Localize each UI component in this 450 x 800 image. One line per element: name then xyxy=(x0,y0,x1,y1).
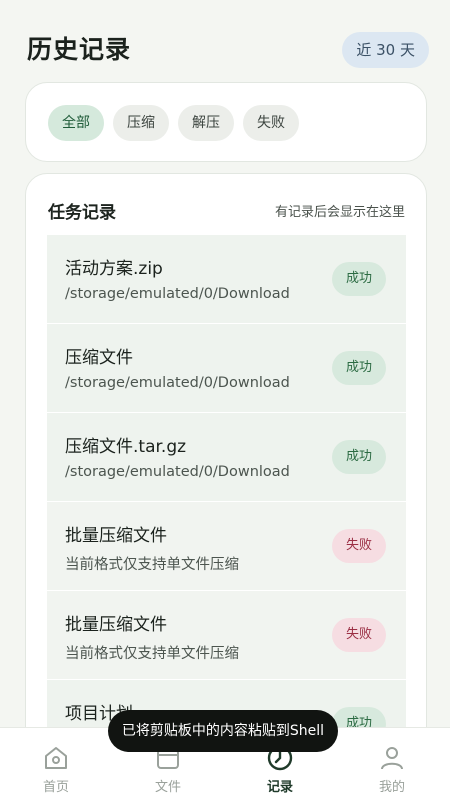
task-row[interactable]: 批量压缩文件 当前格式仅支持单文件压缩 失败 xyxy=(47,502,406,590)
status-badge: 失败 xyxy=(332,529,386,563)
task-row[interactable]: 批量压缩文件 当前格式仅支持单文件压缩 失败 xyxy=(47,591,406,679)
task-name: 压缩文件 xyxy=(65,348,133,368)
task-list: 活动方案.zip /storage/emulated/0/Download 成功… xyxy=(47,235,406,769)
tasks-hint: 有记录后会显示在这里 xyxy=(274,205,405,220)
status-badge: 成功 xyxy=(332,351,386,385)
task-row[interactable]: 活动方案.zip /storage/emulated/0/Download 成功 xyxy=(47,235,406,323)
nav-history-label: 记录 xyxy=(266,780,293,795)
task-row[interactable]: 压缩文件 /storage/emulated/0/Download 成功 xyxy=(47,324,406,412)
task-name: 压缩文件.tar.gz xyxy=(65,437,187,457)
home-icon xyxy=(45,747,67,769)
nav-profile[interactable]: 我的 xyxy=(336,728,448,800)
filter-chip-compress[interactable]: 压缩 xyxy=(113,105,169,141)
toast-message: 已将剪贴板中的内容粘贴到Shell xyxy=(108,710,338,752)
nav-files-label: 文件 xyxy=(154,780,181,795)
date-range-button[interactable]: 近 30 天 xyxy=(342,32,429,68)
task-name: 批量压缩文件 xyxy=(65,526,167,546)
nav-home-label: 首页 xyxy=(42,780,69,795)
filter-chips: 全部 压缩 解压 失败 xyxy=(48,105,299,141)
task-error: 当前格式仅支持单文件压缩 xyxy=(65,646,239,662)
task-path: /storage/emulated/0/Download xyxy=(65,464,290,480)
filter-chip-all[interactable]: 全部 xyxy=(48,105,104,141)
header: 历史记录 近 30 天 xyxy=(0,0,450,80)
nav-home[interactable]: 首页 xyxy=(0,728,112,800)
status-badge: 失败 xyxy=(332,618,386,652)
tasks-title: 任务记录 xyxy=(48,203,116,223)
status-badge: 成功 xyxy=(332,440,386,474)
task-path: /storage/emulated/0/Download xyxy=(65,375,290,391)
task-name: 批量压缩文件 xyxy=(65,615,167,635)
nav-profile-label: 我的 xyxy=(378,780,405,795)
user-icon xyxy=(381,747,403,770)
filter-chip-extract[interactable]: 解压 xyxy=(178,105,234,141)
filter-card: 全部 压缩 解压 失败 xyxy=(25,82,427,162)
task-error: 当前格式仅支持单文件压缩 xyxy=(65,557,239,573)
tasks-card: 任务记录 有记录后会显示在这里 活动方案.zip /storage/emulat… xyxy=(25,173,427,793)
task-name: 活动方案.zip xyxy=(65,259,163,279)
filter-chip-failed[interactable]: 失败 xyxy=(243,105,299,141)
task-row[interactable]: 压缩文件.tar.gz /storage/emulated/0/Download… xyxy=(47,413,406,501)
task-path: /storage/emulated/0/Download xyxy=(65,286,290,302)
page-title: 历史记录 xyxy=(27,35,132,64)
status-badge: 成功 xyxy=(332,262,386,296)
